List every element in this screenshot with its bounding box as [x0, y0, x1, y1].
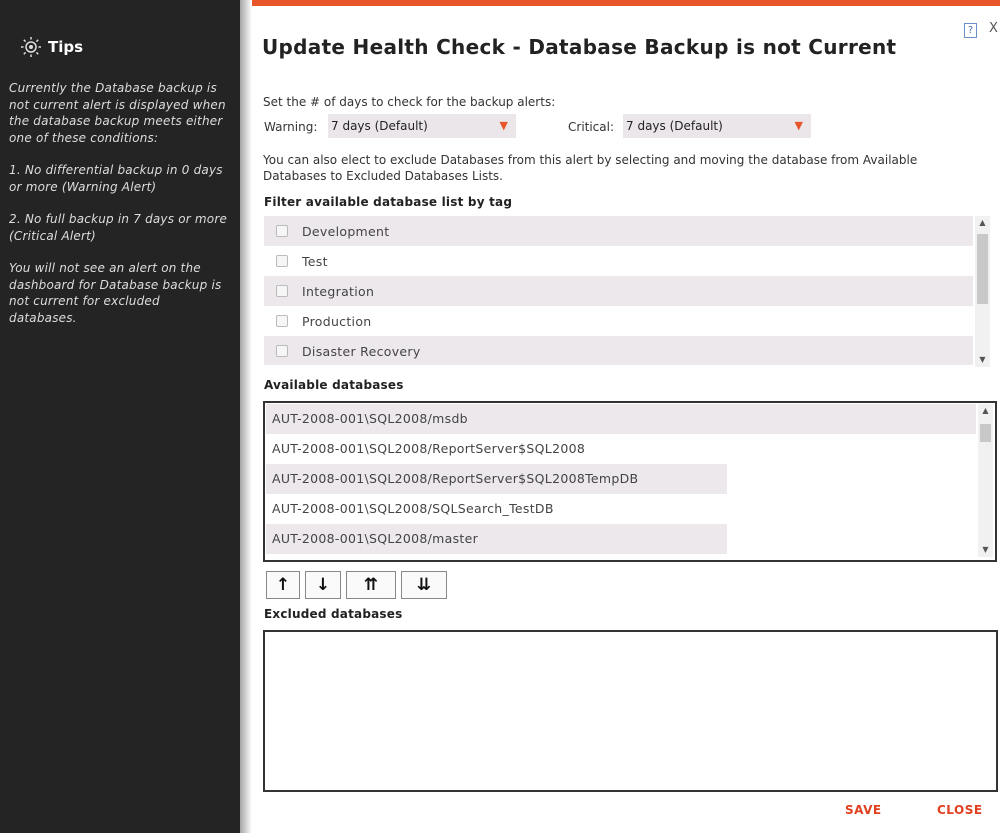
tag-item-test[interactable]: Test: [264, 246, 973, 276]
database-item[interactable]: AUT-2008-001\SQL2008/msdb: [266, 404, 976, 434]
save-button[interactable]: SAVE: [845, 803, 882, 817]
tag-checkbox[interactable]: [276, 345, 288, 357]
available-list-scrollbar[interactable]: ▲ ▼: [978, 404, 993, 557]
tag-checkbox[interactable]: [276, 255, 288, 267]
tag-label: Development: [302, 223, 390, 239]
tag-checkbox[interactable]: [276, 225, 288, 237]
database-item[interactable]: AUT-2008-001\SQL2008/ReportServer$SQL200…: [266, 464, 727, 494]
available-heading: Available databases: [264, 378, 404, 392]
available-databases-list: AUT-2008-001\SQL2008/msdb AUT-2008-001\S…: [266, 404, 976, 558]
close-button[interactable]: CLOSE: [937, 803, 983, 817]
help-icon[interactable]: ?: [964, 23, 977, 38]
tips-title: Tips: [48, 38, 84, 56]
tips-header: Tips: [20, 36, 83, 58]
tag-label: Production: [302, 313, 372, 329]
critical-select[interactable]: 7 days (Default) ▼: [623, 114, 811, 138]
warning-select[interactable]: 7 days (Default) ▼: [328, 114, 516, 138]
scroll-down-icon[interactable]: ▼: [975, 353, 990, 367]
tips-paragraph: Currently the Database backup is not cur…: [9, 81, 226, 145]
warning-select-value: 7 days (Default): [331, 119, 428, 133]
sidebar-shadow: [240, 0, 252, 833]
tag-filter-list: Development Test Integration Production …: [264, 216, 973, 365]
tips-sidebar: Tips Currently the Database backup is no…: [0, 0, 240, 833]
tag-list-scrollbar[interactable]: ▲ ▼: [975, 216, 990, 367]
close-icon[interactable]: X: [989, 21, 998, 36]
scroll-thumb[interactable]: [977, 234, 988, 304]
warning-label: Warning:: [264, 120, 318, 134]
move-up-button[interactable]: ↑: [266, 571, 300, 599]
lightbulb-icon: [21, 37, 41, 57]
tag-item-production[interactable]: Production: [264, 306, 973, 336]
move-all-up-button[interactable]: ⇈: [346, 571, 396, 599]
exclude-instructions: You can also elect to exclude Databases …: [263, 153, 918, 167]
move-down-button[interactable]: ↓: [305, 571, 341, 599]
dialog-title: Update Health Check - Database Backup is…: [262, 35, 897, 59]
tag-checkbox[interactable]: [276, 315, 288, 327]
scroll-up-icon[interactable]: ▲: [975, 216, 990, 230]
tips-paragraph: You will not see an alert on the dashboa…: [9, 261, 222, 325]
critical-select-value: 7 days (Default): [626, 119, 723, 133]
tag-label: Disaster Recovery: [302, 343, 421, 359]
database-item[interactable]: AUT-2008-001\SQL2008/ReportServer$SQL200…: [266, 434, 976, 464]
tips-body: Currently the Database backup is not cur…: [9, 80, 231, 342]
exclude-instructions-cont: Databases to Excluded Databases Lists.: [263, 169, 503, 183]
tag-label: Integration: [302, 283, 375, 299]
excluded-heading: Excluded databases: [264, 607, 403, 621]
database-item[interactable]: AUT-2008-001\SQL2008/master: [266, 524, 727, 554]
days-prompt: Set the # of days to check for the backu…: [263, 95, 556, 109]
accent-top-bar: [252, 0, 1000, 6]
excluded-databases-box[interactable]: [263, 630, 998, 792]
tag-checkbox[interactable]: [276, 285, 288, 297]
scroll-thumb[interactable]: [980, 424, 991, 442]
tag-item-integration[interactable]: Integration: [264, 276, 973, 306]
tag-item-disaster-recovery[interactable]: Disaster Recovery: [264, 336, 973, 365]
tag-item-development[interactable]: Development: [264, 216, 973, 246]
scroll-up-icon[interactable]: ▲: [978, 404, 993, 418]
tips-paragraph: 1. No differential backup in 0 days or m…: [9, 163, 223, 194]
filter-heading: Filter available database list by tag: [264, 195, 513, 209]
tag-label: Test: [302, 253, 328, 269]
tips-paragraph: 2. No full backup in 7 days or more (Cri…: [9, 212, 228, 243]
critical-label: Critical:: [568, 120, 615, 134]
chevron-down-icon: ▼: [499, 119, 508, 132]
move-all-down-button[interactable]: ⇊: [401, 571, 447, 599]
database-item[interactable]: AUT-2008-001\SQL2008/SQLSearch_TestDB: [266, 494, 727, 524]
chevron-down-icon: ▼: [794, 119, 803, 132]
scroll-down-icon[interactable]: ▼: [978, 543, 993, 557]
